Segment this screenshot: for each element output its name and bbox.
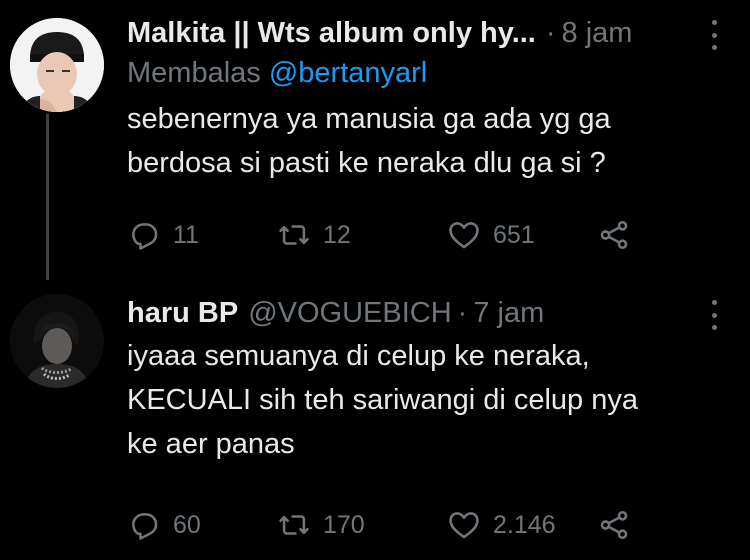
replying-prefix: Membalas xyxy=(127,57,261,89)
timestamp[interactable]: 8 jam xyxy=(562,14,633,52)
share-icon xyxy=(600,220,628,250)
tweet-line: berdosa si pasti ke neraka dlu ga si ? xyxy=(127,147,606,179)
replying-mention[interactable]: @bertanyarl xyxy=(269,57,427,89)
more-icon[interactable] xyxy=(704,300,724,330)
tweet-header: haru BP @VOGUEBICH · 7 jam xyxy=(127,294,724,332)
avatar[interactable] xyxy=(10,18,104,112)
action-bar: 60 170 2.146 xyxy=(127,508,631,542)
like-button[interactable]: 651 xyxy=(447,218,597,252)
like-button[interactable]: 2.146 xyxy=(447,508,597,542)
replying-to: Membalas @bertanyarl xyxy=(127,55,724,91)
display-name[interactable]: haru BP xyxy=(127,294,238,332)
tweet-content: haru BP @VOGUEBICH · 7 jam iyaaa semuany… xyxy=(127,294,724,540)
tweet-line: sebenernya ya manusia ga ada yg ga xyxy=(127,103,611,135)
avatar-image xyxy=(10,18,104,112)
avatar-image xyxy=(10,294,104,388)
timestamp[interactable]: 7 jam xyxy=(473,294,544,332)
reply-icon xyxy=(132,223,158,250)
retweet-icon xyxy=(279,515,309,535)
separator-dot: · xyxy=(545,17,556,49)
tweet-line: KECUALI sih teh sariwangi di celup nya xyxy=(127,384,638,416)
separator-dot: · xyxy=(457,297,468,329)
tweet-text: sebenernya ya manusia ga ada yg ga berdo… xyxy=(127,97,724,185)
like-icon xyxy=(449,222,479,249)
tweet-line: ke aer panas xyxy=(127,428,295,460)
like-icon xyxy=(449,512,479,539)
action-bar: 11 12 651 xyxy=(127,218,631,252)
retweet-button[interactable]: 170 xyxy=(277,508,447,542)
share-icon xyxy=(600,510,628,540)
reply-button[interactable]: 60 xyxy=(127,508,277,542)
reply-icon xyxy=(132,513,158,540)
retweet-count: 12 xyxy=(323,220,351,249)
like-count: 2.146 xyxy=(493,510,556,539)
tweet-1[interactable]: Malkita || Wts album only hy... · 8 jam … xyxy=(0,0,750,280)
retweet-icon xyxy=(279,225,309,245)
more-icon[interactable] xyxy=(704,20,724,50)
reply-count: 60 xyxy=(173,510,201,539)
reply-button[interactable]: 11 xyxy=(127,218,277,252)
retweet-count: 170 xyxy=(323,510,365,539)
tweet-header: Malkita || Wts album only hy... · 8 jam xyxy=(127,14,724,52)
tweet-line: iyaaa semuanya di celup ke neraka, xyxy=(127,340,590,372)
share-button[interactable] xyxy=(597,508,631,542)
username[interactable]: @VOGUEBICH xyxy=(248,294,451,332)
thread-line xyxy=(46,114,49,280)
avatar[interactable] xyxy=(10,294,104,388)
tweet-content: Malkita || Wts album only hy... · 8 jam … xyxy=(127,14,724,250)
reply-count: 11 xyxy=(173,220,199,249)
tweet-2[interactable]: haru BP @VOGUEBICH · 7 jam iyaaa semuany… xyxy=(0,280,750,560)
share-button[interactable] xyxy=(597,218,631,252)
retweet-button[interactable]: 12 xyxy=(277,218,447,252)
like-count: 651 xyxy=(493,220,535,249)
tweet-text: iyaaa semuanya di celup ke neraka, KECUA… xyxy=(127,334,724,466)
display-name[interactable]: Malkita || Wts album only hy... xyxy=(127,14,536,52)
